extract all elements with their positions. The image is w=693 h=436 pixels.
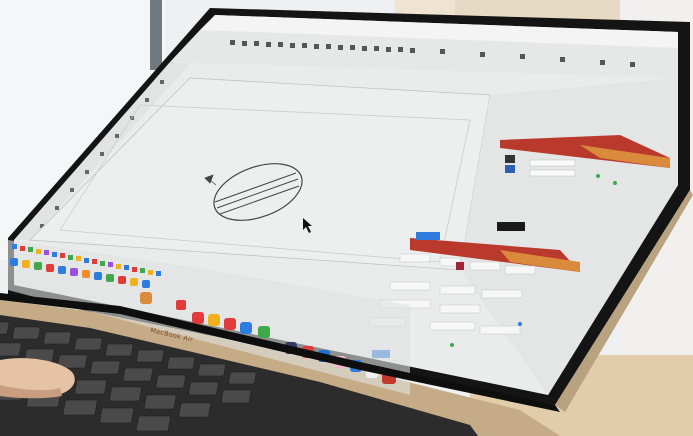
panel-swatch-1[interactable] (505, 155, 515, 163)
color-well[interactable] (497, 222, 525, 231)
panel-swatch-2[interactable] (505, 165, 515, 173)
status-dot-green-3 (450, 343, 454, 347)
status-dot-green-2 (613, 181, 617, 185)
panel-swatch-red[interactable] (456, 262, 464, 270)
panel-field-1[interactable] (529, 159, 576, 167)
panel-field-2[interactable] (529, 169, 576, 177)
background-pillar (150, 0, 162, 70)
status-dot-green (596, 174, 600, 178)
panel-tab-blue[interactable] (416, 232, 440, 240)
status-dot-blue (518, 322, 522, 326)
laptop-photo (0, 0, 693, 436)
